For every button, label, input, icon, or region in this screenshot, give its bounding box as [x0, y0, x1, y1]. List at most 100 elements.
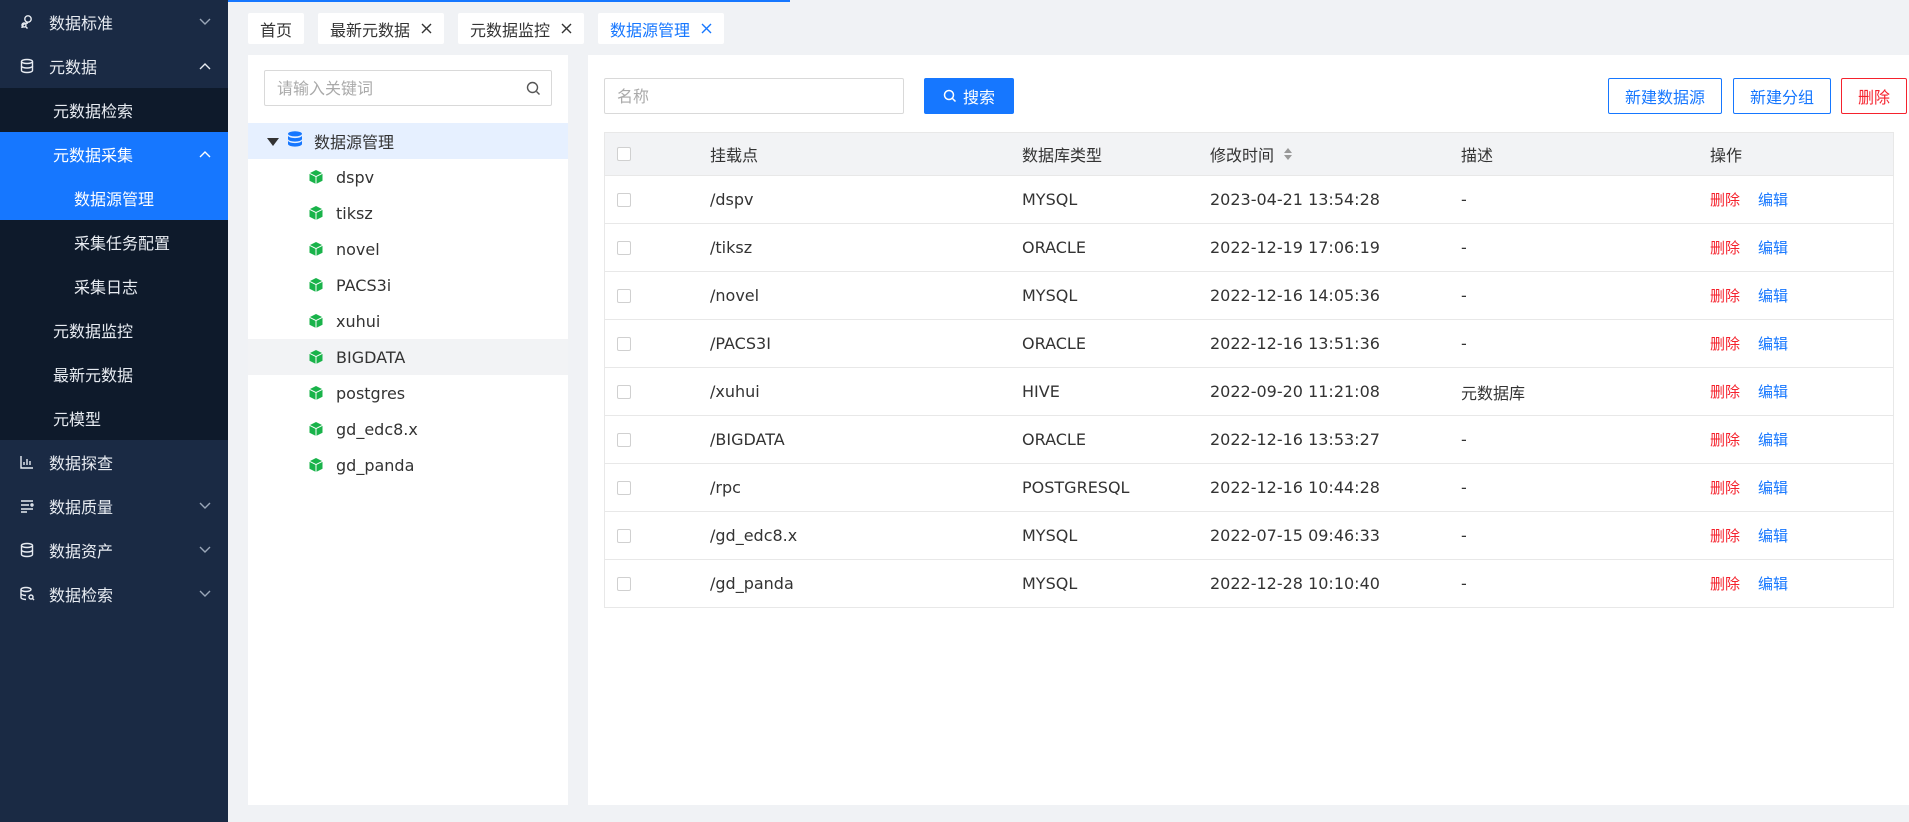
row-delete-link[interactable]: 删除 [1710, 573, 1740, 594]
database-icon [17, 540, 37, 560]
tree-node-datasource[interactable]: gd_panda [248, 447, 568, 483]
cell-modified-time: 2023-04-21 13:54:28 [1210, 190, 1380, 209]
sidebar-item-metadata[interactable]: 元数据 [0, 44, 228, 88]
cell-actions: 删除 编辑 [1710, 477, 1788, 498]
cell-description: - [1461, 334, 1467, 353]
name-filter-input[interactable] [604, 78, 904, 114]
close-icon[interactable] [560, 23, 572, 35]
row-delete-link[interactable]: 删除 [1710, 333, 1740, 354]
cell-modified-time: 2022-12-16 14:05:36 [1210, 286, 1380, 305]
row-edit-link[interactable]: 编辑 [1758, 381, 1788, 402]
row-delete-link[interactable]: 删除 [1710, 189, 1740, 210]
row-delete-link[interactable]: 删除 [1710, 525, 1740, 546]
search-icon[interactable] [515, 81, 551, 96]
tree-node-label: gd_edc8.x [336, 419, 418, 439]
tree-node-datasource[interactable]: postgres [248, 375, 568, 411]
table-header-row: 挂载点 数据库类型 修改时间 描述 操作 [605, 133, 1893, 176]
sidebar-item-metadata-search[interactable]: 元数据检索 [0, 88, 228, 132]
cell-description: - [1461, 574, 1467, 593]
table-row: /rpc POSTGRESQL 2022-12-16 10:44:28 - 删除 编辑 [605, 464, 1893, 512]
sidebar-item-data-search[interactable]: 数据检索 [0, 572, 228, 616]
row-edit-link[interactable]: 编辑 [1758, 477, 1788, 498]
row-delete-link[interactable]: 删除 [1710, 285, 1740, 306]
cell-modified-time: 2022-09-20 11:21:08 [1210, 382, 1380, 401]
row-edit-link[interactable]: 编辑 [1758, 429, 1788, 450]
sidebar-item-data-quality[interactable]: 数据质量 [0, 484, 228, 528]
chevron-down-icon [198, 499, 212, 513]
cell-mount: /gd_panda [710, 574, 794, 593]
column-header-modified-time[interactable]: 修改时间 [1210, 142, 1293, 166]
tree-search-input[interactable] [265, 71, 515, 105]
tree-node-datasource[interactable]: dspv [248, 159, 568, 195]
caret-down-icon[interactable] [266, 132, 280, 151]
sidebar-item-metadata-collection[interactable]: 元数据采集 [0, 132, 228, 176]
sidebar-item-data-exploration[interactable]: 数据探查 [0, 440, 228, 484]
row-checkbox[interactable] [617, 336, 631, 351]
new-group-button[interactable]: 新建分组 [1733, 78, 1831, 114]
row-edit-link[interactable]: 编辑 [1758, 189, 1788, 210]
row-edit-link[interactable]: 编辑 [1758, 285, 1788, 306]
tree-node-datasource[interactable]: xuhui [248, 303, 568, 339]
sort-icon[interactable] [1284, 148, 1293, 160]
tab-datasource-management[interactable]: 数据源管理 [598, 13, 725, 44]
table-row: /xuhui HIVE 2022-09-20 11:21:08 元数据库 删除 编辑 [605, 368, 1893, 416]
tree-node-datasource[interactable]: novel [248, 231, 568, 267]
sidebar-item-datasource-management[interactable]: 数据源管理 [0, 176, 228, 220]
sidebar-item-data-standard[interactable]: 数据标准 [0, 0, 228, 44]
cell-db-type: HIVE [1022, 382, 1060, 401]
row-checkbox[interactable] [617, 576, 631, 591]
tree-node-label: xuhui [336, 311, 381, 331]
close-icon[interactable] [420, 23, 432, 35]
row-checkbox[interactable] [617, 528, 631, 543]
datasource-table: 挂载点 数据库类型 修改时间 描述 操作 /dspv MYSQL 2023-04-2… [604, 132, 1894, 608]
row-checkbox[interactable] [617, 288, 631, 303]
cell-actions: 删除 编辑 [1710, 429, 1788, 450]
row-edit-link[interactable]: 编辑 [1758, 333, 1788, 354]
tab-home[interactable]: 首页 [248, 13, 305, 44]
cell-description: - [1461, 286, 1467, 305]
main-area: 首页 最新元数据 元数据监控 数据源管理 数据源管理 dspv tiksz nove… [228, 0, 1909, 822]
sidebar-item-collection-task-config[interactable]: 采集任务配置 [0, 220, 228, 264]
row-edit-link[interactable]: 编辑 [1758, 237, 1788, 258]
tree-node-datasource[interactable]: BIGDATA [248, 339, 568, 375]
tree-node-datasource[interactable]: tiksz [248, 195, 568, 231]
row-checkbox[interactable] [617, 432, 631, 447]
sidebar-item-data-assets[interactable]: 数据资产 [0, 528, 228, 572]
sidebar-item-collection-log[interactable]: 采集日志 [0, 264, 228, 308]
row-delete-link[interactable]: 删除 [1710, 429, 1740, 450]
tab-latest-metadata[interactable]: 最新元数据 [318, 13, 445, 44]
search-button[interactable]: 搜索 [924, 78, 1014, 114]
row-delete-link[interactable]: 删除 [1710, 237, 1740, 258]
sidebar-item-metadata-monitor[interactable]: 元数据监控 [0, 308, 228, 352]
tree-root-node[interactable]: 数据源管理 [248, 123, 568, 159]
row-checkbox[interactable] [617, 240, 631, 255]
cell-actions: 删除 编辑 [1710, 333, 1788, 354]
row-edit-link[interactable]: 编辑 [1758, 525, 1788, 546]
row-checkbox[interactable] [617, 192, 631, 207]
delete-button[interactable]: 删除 [1841, 78, 1907, 114]
close-icon[interactable] [700, 23, 712, 35]
tab-metadata-monitor[interactable]: 元数据监控 [458, 13, 585, 44]
row-edit-link[interactable]: 编辑 [1758, 573, 1788, 594]
row-delete-link[interactable]: 删除 [1710, 477, 1740, 498]
row-delete-link[interactable]: 删除 [1710, 381, 1740, 402]
sidebar-item-label: 元模型 [53, 410, 102, 429]
row-checkbox[interactable] [617, 480, 631, 495]
new-datasource-button[interactable]: 新建数据源 [1608, 78, 1722, 114]
table-row: /gd_panda MYSQL 2022-12-28 10:10:40 - 删除 编辑 [605, 560, 1893, 608]
sidebar-item-latest-metadata[interactable]: 最新元数据 [0, 352, 228, 396]
tree-node-datasource[interactable]: gd_edc8.x [248, 411, 568, 447]
cell-actions: 删除 编辑 [1710, 237, 1788, 258]
cell-db-type: ORACLE [1022, 430, 1086, 449]
sidebar-item-meta-model[interactable]: 元模型 [0, 396, 228, 440]
tab-bar: 首页 最新元数据 元数据监控 数据源管理 [248, 13, 725, 44]
cell-db-type: MYSQL [1022, 190, 1078, 209]
row-checkbox[interactable] [617, 384, 631, 399]
tab-label: 数据源管理 [610, 20, 691, 40]
select-all-checkbox[interactable] [617, 147, 631, 161]
tree-node-datasource[interactable]: PACS3i [248, 267, 568, 303]
cell-db-type: ORACLE [1022, 238, 1086, 257]
cell-actions: 删除 编辑 [1710, 189, 1788, 210]
list-icon [17, 496, 37, 516]
cell-db-type: MYSQL [1022, 574, 1078, 593]
